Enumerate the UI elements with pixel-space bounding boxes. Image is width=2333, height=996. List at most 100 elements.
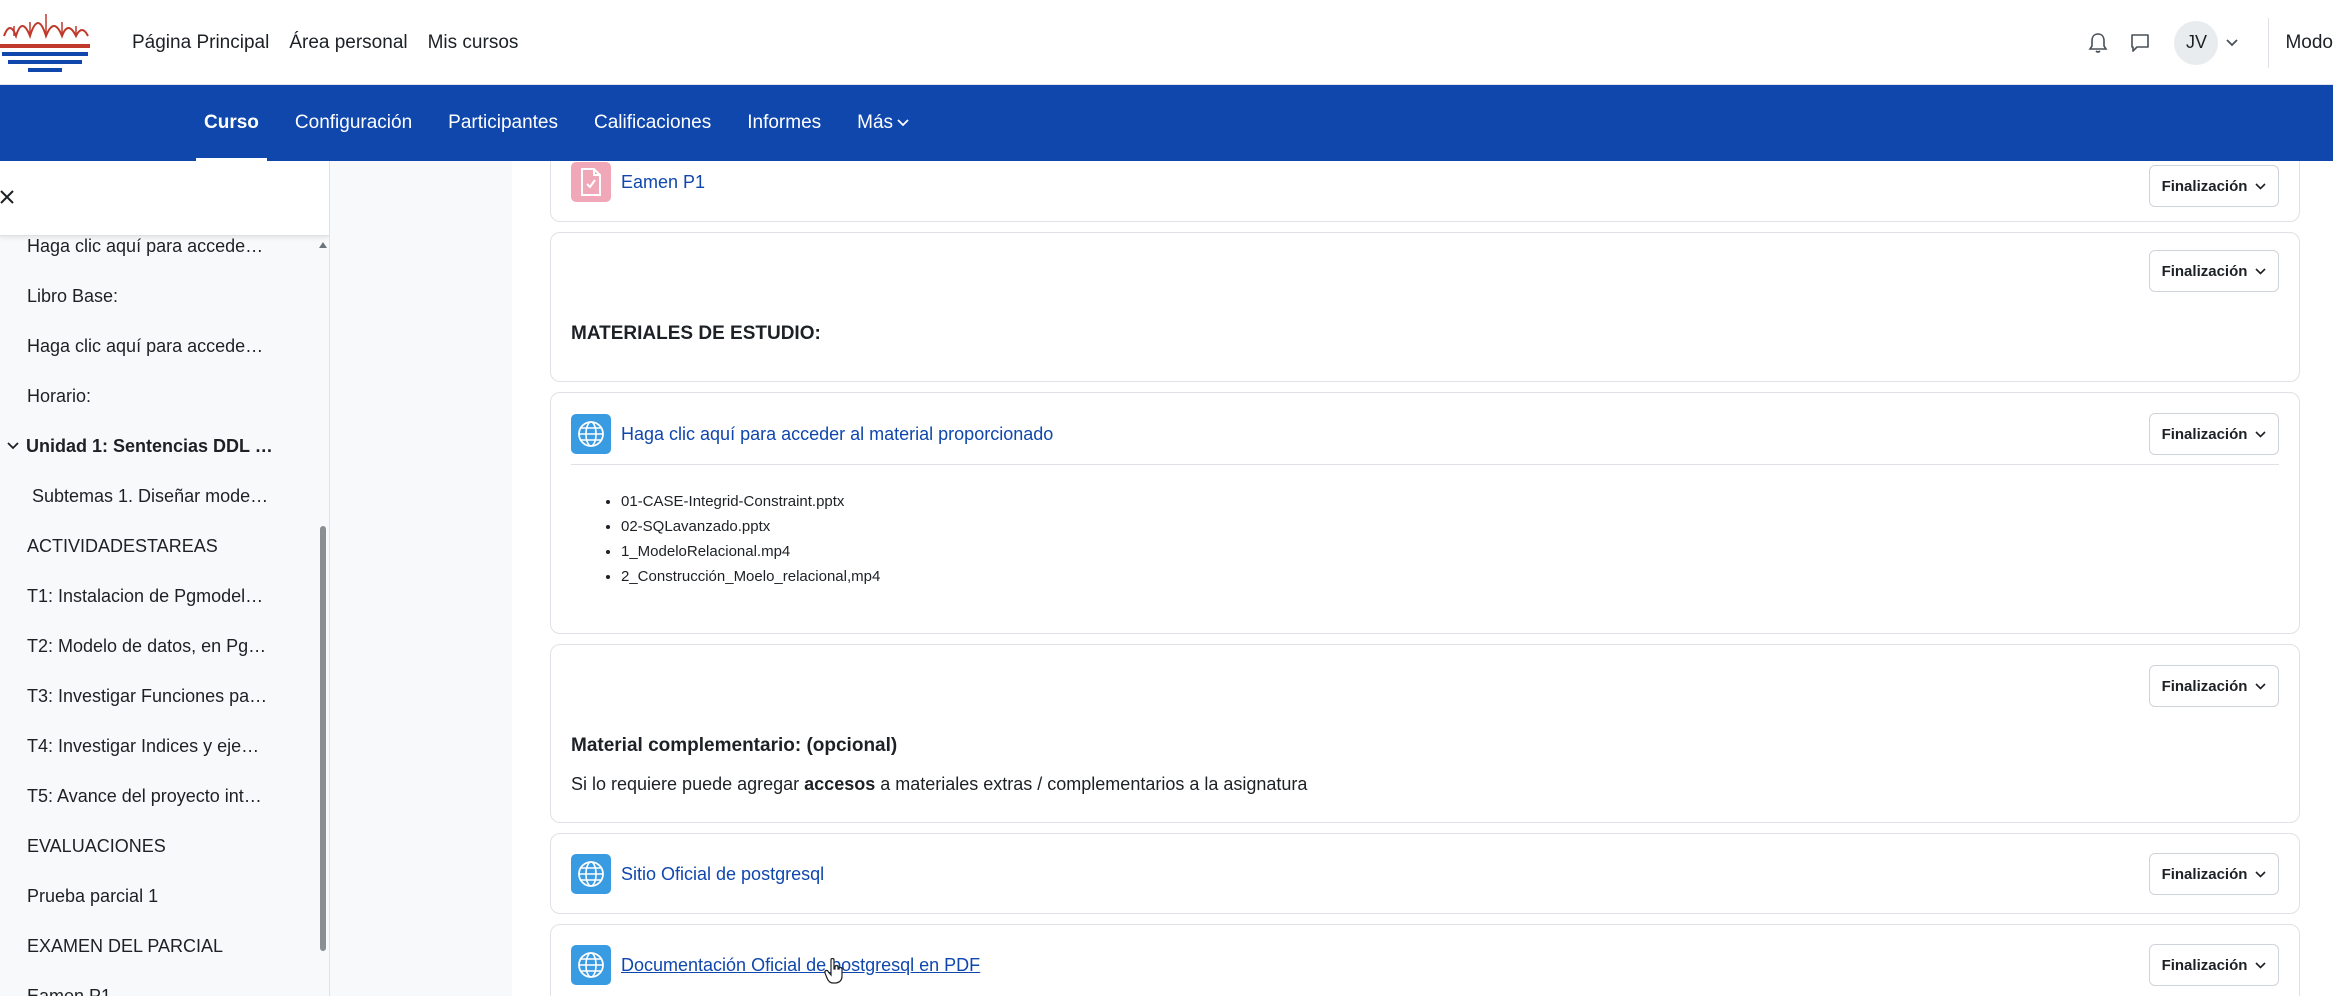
completion-dropdown-button[interactable]: Finalización bbox=[2149, 944, 2279, 986]
course-index-item[interactable]: T3: Investigar Funciones pa… bbox=[0, 671, 320, 721]
hand-pointer-cursor-icon bbox=[824, 957, 844, 984]
tab-course[interactable]: Curso bbox=[186, 85, 277, 161]
course-index-item-label: T4: Investigar Indices y eje… bbox=[27, 735, 260, 756]
course-index-item[interactable]: Horario: bbox=[0, 371, 320, 421]
course-index-item[interactable]: Prueba parcial 1 bbox=[0, 871, 320, 921]
chevron-down-icon bbox=[2255, 961, 2266, 969]
course-index-item[interactable]: EVALUACIONES bbox=[0, 821, 320, 871]
course-index-item[interactable]: T2: Modelo de datos, en Pg… bbox=[0, 621, 320, 671]
activity-card-material: Haga clic aquí para acceder al material … bbox=[550, 392, 2300, 634]
course-index-section[interactable]: Unidad 1: Sentencias DDL … bbox=[0, 421, 320, 471]
completion-dropdown-button[interactable]: Finalización bbox=[2149, 250, 2279, 292]
course-index-item-label: T3: Investigar Funciones pa… bbox=[27, 685, 268, 706]
file-list-item: 2_Construcción_Moelo_relacional,mp4 bbox=[621, 564, 880, 589]
chevron-down-icon bbox=[2255, 430, 2266, 438]
top-navbar: Página Principal Área personal Mis curso… bbox=[0, 0, 2333, 85]
course-index-item[interactable]: Haga clic aquí para accede… bbox=[0, 221, 320, 271]
postgresql-pdf-link[interactable]: Documentación Oficial de postgresql en P… bbox=[621, 955, 980, 976]
nav-link-dashboard[interactable]: Área personal bbox=[289, 32, 407, 54]
activity-card-postgresql-site: Sitio Oficial de postgresql Finalización bbox=[550, 833, 2300, 914]
complementary-heading: Material complementario: (opcional) bbox=[571, 735, 898, 756]
course-index-item-label: Haga clic aquí para accede… bbox=[27, 335, 264, 356]
complementary-description: Si lo requiere puede agregar accesos a m… bbox=[571, 774, 1307, 795]
course-index-item-label: EVALUACIONES bbox=[27, 835, 166, 856]
close-drawer-icon[interactable] bbox=[0, 185, 24, 209]
drawer-scrollbar[interactable] bbox=[320, 526, 326, 951]
section-chevron-down-icon[interactable] bbox=[0, 442, 26, 450]
completion-label: Finalización bbox=[2161, 865, 2248, 883]
course-index-item[interactable]: Subtemas 1. Diseñar mode… bbox=[0, 471, 320, 521]
course-tabs: Curso Configuración Participantes Califi… bbox=[186, 85, 927, 161]
activity-divider bbox=[571, 464, 2279, 465]
completion-dropdown-button[interactable]: Finalización bbox=[2149, 853, 2279, 895]
file-list-item: 1_ModeloRelacional.mp4 bbox=[621, 539, 880, 564]
course-content: Eamen P1 Finalización Finalización MATER… bbox=[512, 161, 2333, 996]
complementary-text-bold: accesos bbox=[804, 774, 876, 794]
activity-card-postgresql-pdf: Documentación Oficial de postgresql en P… bbox=[550, 924, 2300, 996]
quiz-icon bbox=[571, 162, 611, 202]
course-index-item-label: T5: Avance del proyecto int… bbox=[27, 785, 262, 806]
material-activity-link[interactable]: Haga clic aquí para acceder al material … bbox=[621, 424, 1053, 445]
course-index-item-label: Prueba parcial 1 bbox=[27, 885, 159, 906]
primary-navigation: Página Principal Área personal Mis curso… bbox=[132, 0, 518, 85]
file-list-item: 01-CASE-Integrid-Constraint.pptx bbox=[621, 489, 880, 514]
postgresql-site-link[interactable]: Sitio Oficial de postgresql bbox=[621, 864, 824, 885]
chevron-down-icon bbox=[2255, 267, 2266, 275]
tab-more-label: Más bbox=[857, 112, 894, 133]
completion-dropdown-button[interactable]: Finalización bbox=[2149, 413, 2279, 455]
course-index-item[interactable]: ACTIVIDADESTAREAS bbox=[0, 521, 320, 571]
course-index-item[interactable]: EXAMEN DEL PARCIAL bbox=[0, 921, 320, 971]
activity-row: Sitio Oficial de postgresql bbox=[571, 854, 824, 894]
course-index-item-label: T2: Modelo de datos, en Pg… bbox=[27, 635, 267, 656]
chevron-down-icon bbox=[2255, 870, 2266, 878]
globe-icon bbox=[571, 945, 611, 985]
course-index-item[interactable]: T4: Investigar Indices y eje… bbox=[0, 721, 320, 771]
course-index-item-label: Horario: bbox=[27, 385, 92, 406]
course-index-item[interactable]: Libro Base: bbox=[0, 271, 320, 321]
course-index-item-label: EXAMEN DEL PARCIAL bbox=[27, 935, 224, 956]
tab-more[interactable]: Más bbox=[839, 85, 927, 161]
activity-row: Eamen P1 bbox=[571, 162, 705, 202]
tab-reports[interactable]: Informes bbox=[729, 85, 839, 161]
chevron-down-icon bbox=[2255, 182, 2266, 190]
course-index-item[interactable]: T5: Avance del proyecto int… bbox=[0, 771, 320, 821]
course-index-item-label: ACTIVIDADESTAREAS bbox=[27, 535, 218, 556]
tab-participants[interactable]: Participantes bbox=[430, 85, 576, 161]
institution-logo[interactable] bbox=[0, 6, 90, 74]
course-index-section-label: Unidad 1: Sentencias DDL … bbox=[26, 435, 273, 456]
user-menu-chevron-down-icon[interactable] bbox=[2226, 34, 2239, 52]
completion-label: Finalización bbox=[2161, 177, 2248, 195]
completion-label: Finalización bbox=[2161, 956, 2248, 974]
nav-link-my-courses[interactable]: Mis cursos bbox=[428, 32, 519, 54]
tab-settings[interactable]: Configuración bbox=[277, 85, 430, 161]
course-secondary-navbar: Curso Configuración Participantes Califi… bbox=[0, 85, 2333, 161]
exam-activity-link[interactable]: Eamen P1 bbox=[621, 172, 705, 193]
course-index-item-label: T1: Instalacion de Pgmodel… bbox=[27, 585, 264, 606]
course-index-item-label: Libro Base: bbox=[27, 285, 119, 306]
chevron-down-icon bbox=[2255, 682, 2266, 690]
course-index-item-label: Haga clic aquí para accede… bbox=[27, 235, 264, 256]
course-index-item[interactable]: Haga clic aquí para accede… bbox=[0, 321, 320, 371]
tab-grades[interactable]: Calificaciones bbox=[576, 85, 729, 161]
course-index-item-label: Subtemas 1. Diseñar mode… bbox=[32, 485, 269, 506]
navbar-divider bbox=[2268, 17, 2270, 68]
nav-link-home[interactable]: Página Principal bbox=[132, 32, 269, 54]
course-index-item[interactable]: T1: Instalacion de Pgmodel… bbox=[0, 571, 320, 621]
course-index-drawer: Haga clic aquí para accede… Libro Base: … bbox=[0, 161, 330, 996]
completion-label: Finalización bbox=[2161, 425, 2248, 443]
completion-dropdown-button[interactable]: Finalización bbox=[2149, 165, 2279, 207]
course-index-item[interactable]: Eamen P1 bbox=[0, 971, 320, 996]
activity-row: Haga clic aquí para acceder al material … bbox=[571, 414, 1053, 454]
globe-icon bbox=[571, 854, 611, 894]
file-list-item: 02-SQLavanzado.pptx bbox=[621, 514, 880, 539]
user-avatar[interactable]: JV bbox=[2174, 20, 2219, 65]
complementary-text-end: a materiales extras / complementarios a … bbox=[875, 774, 1308, 794]
messages-icon[interactable] bbox=[2120, 23, 2160, 63]
activity-row: Documentación Oficial de postgresql en P… bbox=[571, 945, 980, 985]
edit-mode-label[interactable]: Modo bbox=[2285, 32, 2333, 54]
user-controls: JV Modo bbox=[2078, 0, 2333, 85]
completion-dropdown-button[interactable]: Finalización bbox=[2149, 665, 2279, 707]
completion-label: Finalización bbox=[2161, 262, 2248, 280]
notifications-bell-icon[interactable] bbox=[2078, 23, 2118, 63]
scroll-up-arrow-icon[interactable] bbox=[319, 235, 327, 248]
